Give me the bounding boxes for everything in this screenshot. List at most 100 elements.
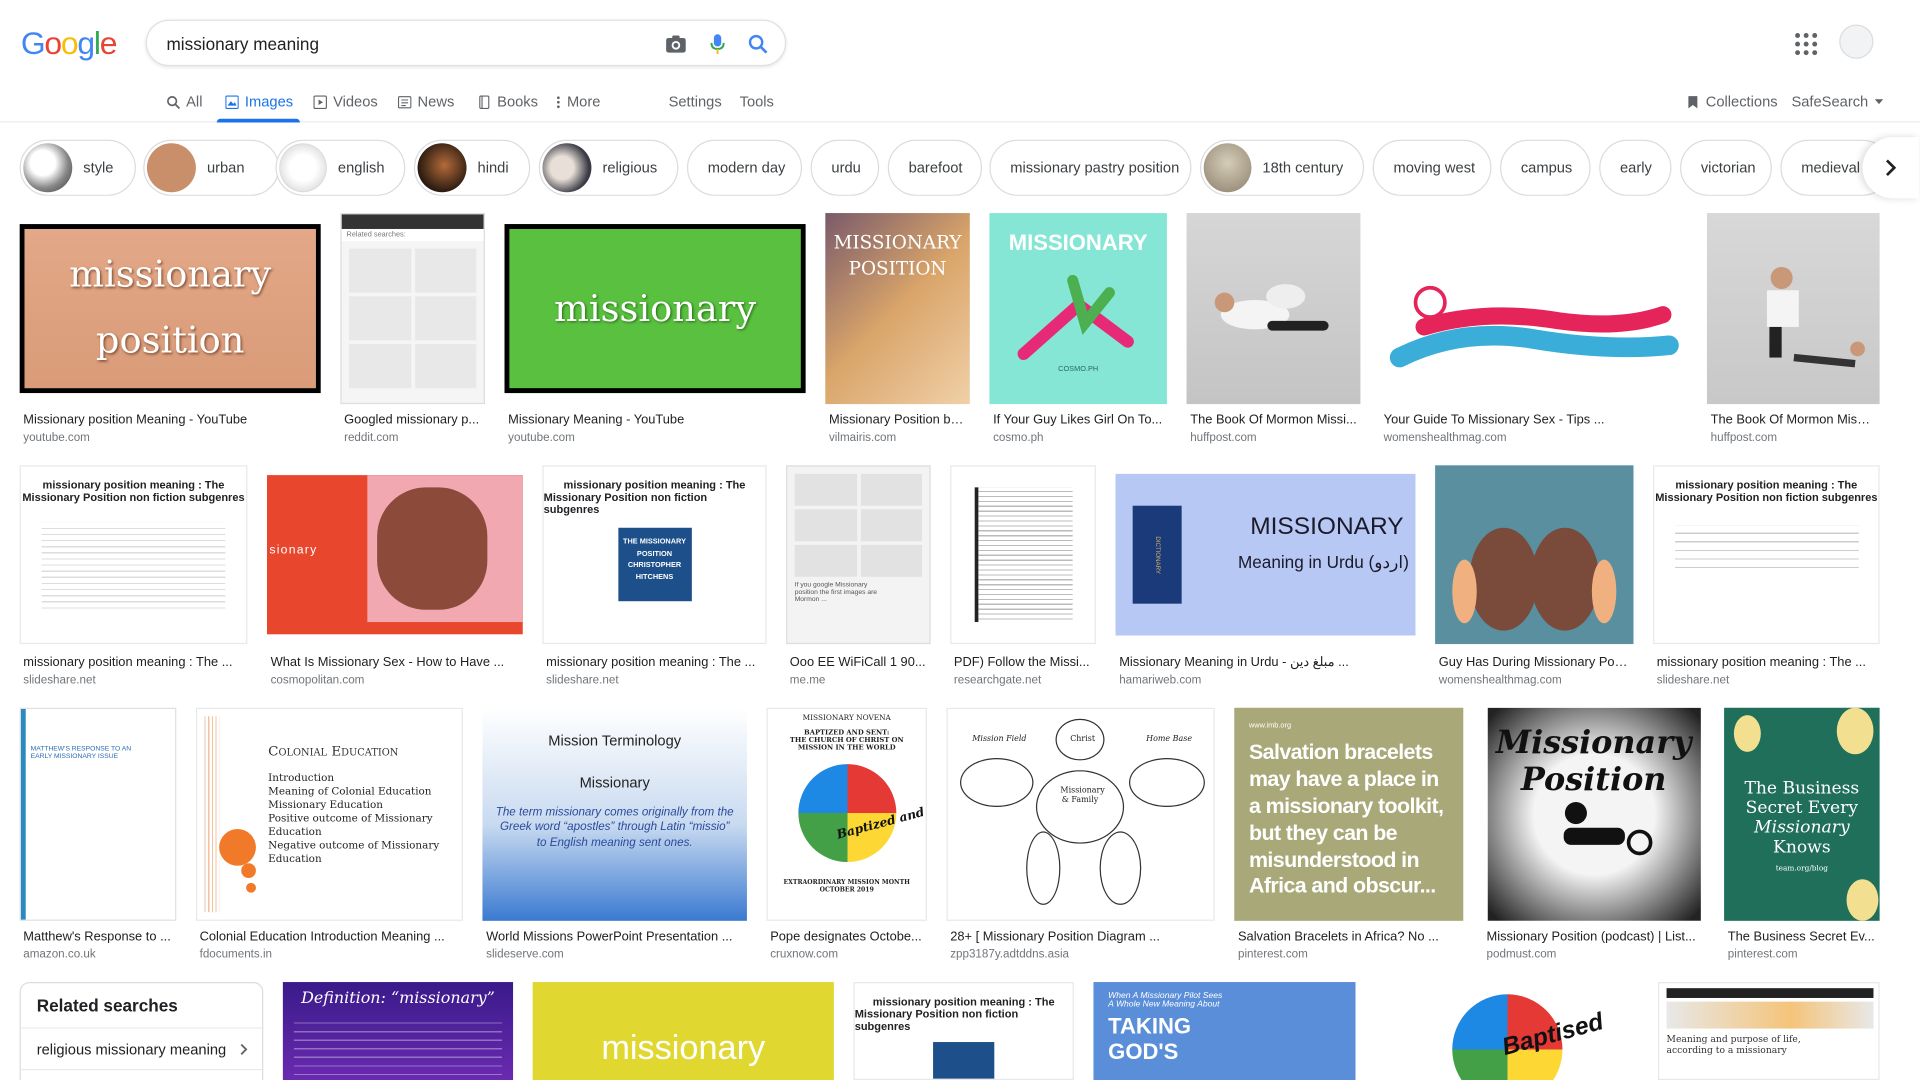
image-result[interactable]: MISSIONARY POSITION Missionary Position b…: [825, 213, 970, 446]
result-source: podmust.com: [1486, 947, 1557, 962]
chip-english[interactable]: english: [275, 139, 406, 196]
avatar[interactable]: [1839, 24, 1874, 59]
caret-down-icon: [1874, 98, 1883, 104]
chips-next-button[interactable]: [1862, 137, 1919, 199]
image-result[interactable]: PDF) Follow the Missi... researchgate.ne…: [950, 465, 1096, 698]
image-result[interactable]: The Book Of Mormon Missi... huffpost.com: [1186, 213, 1361, 446]
google-logo[interactable]: Google: [21, 24, 118, 62]
chip-victorian[interactable]: victorian: [1680, 139, 1772, 196]
tools-link[interactable]: Tools: [740, 91, 774, 113]
result-thumbnail: MATTHEW'S RESPONSE TO AN EARLY MISSIONAR…: [19, 707, 177, 921]
chip-religious[interactable]: religious: [538, 139, 679, 196]
image-result[interactable]: missionary position meaning : The Missio…: [542, 465, 767, 698]
image-result[interactable]: missionary Missionary Meaning - YouTube …: [504, 213, 806, 446]
image-result[interactable]: If you google Missionary position the fi…: [786, 465, 931, 698]
image-result[interactable]: Your Guide To Missionary Sex - Tips ... …: [1380, 213, 1688, 446]
suggestion-chips: style urban english hindi religious mode…: [19, 139, 1881, 196]
page: Google All Images Videos: [0, 0, 1920, 1080]
result-thumbnail: DICTIONARY MISSIONARY Meaning in Urdu (ا…: [1115, 465, 1416, 645]
result-title: Pope designates Octobe...: [770, 929, 922, 945]
tab-images[interactable]: Images: [225, 91, 293, 113]
result-thumbnail: MISSIONARY COSMO.PH: [989, 213, 1167, 405]
result-thumbnail: [1186, 213, 1361, 405]
tab-books[interactable]: Books: [478, 91, 538, 113]
tab-more[interactable]: More: [556, 91, 600, 113]
image-result[interactable]: missionary: [532, 982, 834, 1080]
image-result[interactable]: When A Missionary Pilot Sees A Whole New…: [1093, 982, 1356, 1080]
image-result[interactable]: www.imb.org Salvation bracelets may have…: [1234, 707, 1464, 968]
chip-barefoot[interactable]: barefoot: [887, 139, 983, 196]
related-searches-panel: Related searches religious missionary me…: [19, 982, 264, 1080]
image-result[interactable]: missionary position meaning : The Missio…: [19, 465, 248, 698]
image-result[interactable]: The Business Secret Every Missionary Kno…: [1724, 707, 1880, 968]
result-source: hamariweb.com: [1119, 673, 1202, 687]
chip-urban[interactable]: urban: [143, 139, 280, 196]
camera-icon[interactable]: [662, 31, 689, 58]
chip-moving-west[interactable]: moving west: [1372, 139, 1492, 196]
chip-early[interactable]: early: [1599, 139, 1672, 196]
apps-grid-icon[interactable]: [1795, 33, 1818, 56]
news-icon: [397, 95, 412, 108]
image-result[interactable]: Baptised: [1375, 982, 1639, 1080]
result-thumbnail: [1380, 213, 1688, 405]
collections-link[interactable]: Collections: [1686, 91, 1778, 113]
image-result[interactable]: Mission Terminology Missionary The term …: [482, 707, 747, 968]
image-result[interactable]: Related searches: Googled missionary p..…: [340, 213, 485, 446]
result-title: Missionary Position by...: [828, 412, 967, 428]
image-result[interactable]: Definition: “missionary”: [282, 982, 514, 1080]
result-thumbnail: Mission Field Christ Home Base Missionar…: [946, 707, 1215, 921]
image-result[interactable]: missionary position meaning : The Missio…: [1653, 465, 1880, 698]
tab-videos[interactable]: Videos: [313, 91, 378, 113]
tab-news[interactable]: News: [397, 91, 454, 113]
result-thumbnail: missionary: [532, 982, 834, 1080]
search-icon[interactable]: [744, 31, 771, 58]
result-title: The Book Of Mormon Missi...: [1190, 412, 1357, 428]
safesearch-toggle[interactable]: SafeSearch: [1791, 91, 1883, 113]
chip-thumbnail: [542, 143, 592, 193]
mic-icon[interactable]: [704, 31, 731, 58]
chip-modern-day[interactable]: modern day: [686, 139, 803, 196]
image-icon: [225, 94, 239, 109]
result-title: Guy Has During Missionary Pos...: [1438, 655, 1630, 670]
image-result[interactable]: MISSIONARY NOVENA BAPTIZED AND SENT: THE…: [766, 707, 927, 968]
chip-hindi[interactable]: hindi: [413, 139, 531, 196]
chip-thumbnail: [279, 143, 327, 193]
result-source: youtube.com: [508, 431, 575, 445]
search-tabs: All Images Videos News Books More Settin…: [0, 81, 1920, 123]
image-result[interactable]: MISSIONARY COSMO.PH If Your Guy Likes Gi…: [989, 213, 1167, 446]
related-search-item[interactable]: religious missionary meaning: [20, 1027, 263, 1069]
tab-all[interactable]: All: [167, 91, 202, 113]
result-thumbnail: Colonial Education Introduction Meaning o…: [195, 707, 463, 921]
image-result[interactable]: Mission Field Christ Home Base Missionar…: [946, 707, 1215, 968]
image-result[interactable]: MATTHEW'S RESPONSE TO AN EARLY MISSIONAR…: [19, 707, 177, 968]
related-search-item[interactable]: [20, 1068, 263, 1080]
result-source: amazon.co.uk: [23, 947, 96, 962]
result-thumbnail: MISSIONARY NOVENA BAPTIZED AND SENT: THE…: [766, 707, 927, 921]
video-icon: [313, 94, 327, 109]
result-source: cosmo.ph: [993, 431, 1044, 445]
image-result[interactable]: DICTIONARY MISSIONARY Meaning in Urdu (ا…: [1115, 465, 1416, 698]
chip-thumbnail: [146, 143, 196, 193]
chip-campus[interactable]: campus: [1500, 139, 1591, 196]
chip-missionary-pastry-position[interactable]: missionary pastry position: [989, 139, 1192, 196]
image-result[interactable]: sionary What Is Missionary Sex - How to …: [266, 465, 523, 698]
result-source: pinterest.com: [1727, 947, 1798, 962]
image-result[interactable]: Guy Has During Missionary Pos... womensh…: [1435, 465, 1634, 698]
search-input[interactable]: [166, 31, 632, 57]
chip-style[interactable]: style: [19, 139, 136, 196]
settings-link[interactable]: Settings: [669, 91, 722, 113]
image-result[interactable]: Meaning and purpose of life, according t…: [1657, 982, 1880, 1080]
result-title: Salvation Bracelets in Africa? No ...: [1237, 929, 1439, 945]
chevron-right-icon: [1886, 159, 1897, 177]
image-result[interactable]: missionary position Missionary position M…: [19, 213, 321, 446]
image-result[interactable]: missionary position meaning : The Missio…: [853, 982, 1074, 1080]
image-result[interactable]: Colonial Education Introduction Meaning o…: [195, 707, 463, 968]
chip-18th-century[interactable]: 18th century: [1200, 139, 1365, 196]
image-result[interactable]: Missionary Position Missionary Position …: [1482, 707, 1705, 968]
result-title: Matthew's Response to ...: [23, 929, 171, 945]
image-result[interactable]: The Book Of Mormon Missi... huffpost.com: [1706, 213, 1880, 446]
result-thumbnail: Meaning and purpose of life, according t…: [1657, 982, 1880, 1080]
chip-urdu[interactable]: urdu: [810, 139, 880, 196]
result-title: The Business Secret Ev...: [1727, 929, 1875, 945]
result-source: researchgate.net: [953, 673, 1042, 687]
